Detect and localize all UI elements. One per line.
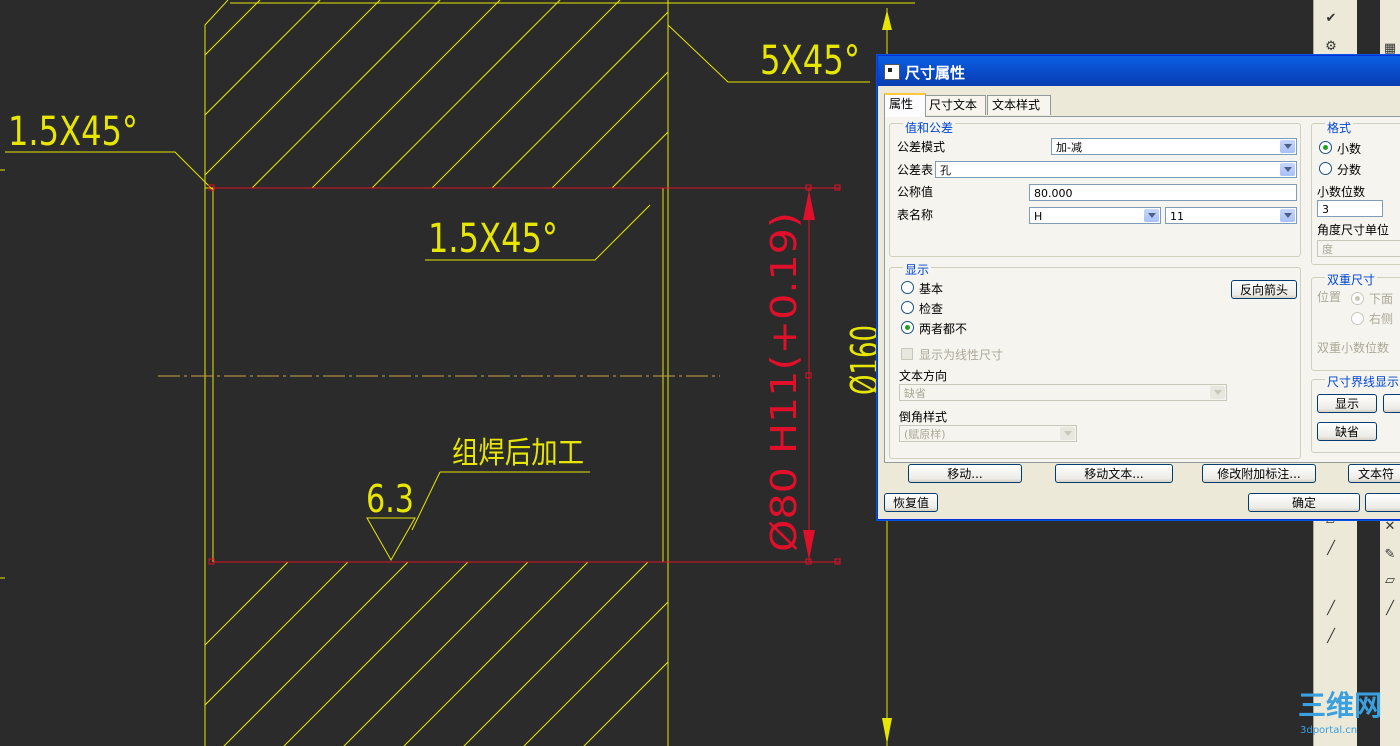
tolerance-table-select[interactable]: 孔	[935, 161, 1297, 178]
dual-below-label: 下面	[1369, 292, 1394, 306]
flip-arrows-button[interactable]: 反向箭头	[1231, 280, 1297, 299]
hatch-bottom	[205, 562, 668, 746]
witness-line-group	[1311, 379, 1400, 453]
witness-default-button[interactable]: 缺省	[1317, 422, 1377, 441]
chamfer-inner-text: 1.5X45°	[428, 216, 558, 262]
hatch-top	[205, 0, 668, 188]
toolbar-close-icon[interactable]: ✕	[1381, 518, 1399, 536]
tolerance-table-value: 孔	[940, 164, 951, 177]
table-name-select[interactable]: H	[1029, 207, 1161, 224]
note-text: 组焊后加工	[452, 436, 584, 471]
tab-dimension-text[interactable]: 尺寸文本	[924, 95, 986, 115]
chevron-down-icon	[1144, 209, 1159, 222]
chamfer-left-text: 1.5X45°	[8, 109, 138, 155]
nominal-value-input[interactable]: 80.000	[1029, 184, 1297, 201]
dialog-title: 尺寸属性	[905, 64, 966, 82]
toolbar-para-icon[interactable]: ▱	[1381, 572, 1399, 590]
basic-radio[interactable]	[901, 281, 914, 294]
watermark-logo: 三维网	[1298, 689, 1383, 722]
chevron-down-icon	[1060, 427, 1075, 440]
toolbar-line2-icon[interactable]: ╱	[1381, 600, 1399, 618]
tolerance-mode-select[interactable]: 加-减	[1051, 138, 1297, 155]
watermark-url: 3dportal.cn	[1300, 725, 1358, 736]
tab-properties[interactable]: 属性	[884, 93, 926, 117]
decimal-label: 小数	[1337, 142, 1362, 156]
move-button[interactable]: 移动...	[908, 464, 1022, 483]
text-direction-value: 缺省	[904, 387, 926, 400]
text-direction-label: 文本方向	[899, 369, 948, 383]
table-name-value: H	[1034, 210, 1043, 223]
linear-dim-checkbox[interactable]	[901, 348, 913, 360]
witness-show-button[interactable]: 显示	[1317, 394, 1377, 413]
chevron-down-icon	[1210, 386, 1225, 399]
modify-attachment-button[interactable]: 修改附加标注...	[1202, 464, 1316, 483]
chevron-down-icon	[1280, 209, 1295, 222]
dialog-titlebar[interactable]: 尺寸属性	[878, 56, 1400, 86]
decimal-places-label: 小数位数	[1317, 185, 1366, 199]
text-direction-select[interactable]: 缺省	[899, 384, 1227, 401]
dual-position-label: 位置	[1317, 290, 1342, 304]
toolbar-pen-icon[interactable]: ✎	[1381, 546, 1399, 564]
chamfer-top-right-text: 5X45°	[760, 38, 860, 84]
dimension-properties-dialog: 尺寸属性 属性 尺寸文本 文本样式 值和公差 公差模式 加-减 公差表 孔 公称…	[877, 55, 1400, 520]
linear-dim-label: 显示为线性尺寸	[919, 348, 1004, 362]
decimal-radio[interactable]	[1319, 141, 1332, 154]
witness-line-title: 尺寸界线显示	[1325, 373, 1400, 390]
neither-radio[interactable]	[901, 321, 914, 334]
tolerance-table-label: 公差表	[897, 163, 934, 177]
toolbar-tool-icon[interactable]: ⚙	[1322, 38, 1340, 56]
ok-button[interactable]: 确定	[1248, 493, 1360, 512]
dual-dimension-title: 双重尺寸	[1325, 271, 1378, 288]
dual-right-label: 右侧	[1369, 312, 1394, 326]
cancel-button[interactable]	[1365, 493, 1400, 512]
toolbar-dash-icon[interactable]: ╱	[1322, 600, 1340, 618]
angle-unit-select[interactable]: 度	[1317, 240, 1400, 257]
text-symbol-button[interactable]: 文本符	[1348, 464, 1400, 483]
tolerance-mode-value: 加-减	[1056, 141, 1082, 154]
neither-label: 两者都不	[919, 322, 968, 336]
witness-other-button[interactable]	[1383, 394, 1400, 413]
chamfer-style-select[interactable]: (赋原样)	[899, 425, 1077, 442]
move-text-button[interactable]: 移动文本...	[1055, 464, 1173, 483]
value-tolerance-title: 值和公差	[903, 119, 956, 136]
tab-text-style[interactable]: 文本样式	[987, 95, 1051, 115]
decimal-places-input[interactable]: 3	[1317, 200, 1383, 217]
dim-inner-text[interactable]: Ø80 H11(+0.19)	[764, 212, 805, 552]
dialog-window-icon	[884, 64, 900, 80]
chevron-down-icon	[1280, 140, 1295, 153]
dual-right-radio[interactable]	[1351, 312, 1364, 325]
tolerance-mode-label: 公差模式	[897, 140, 946, 154]
dual-below-radio[interactable]	[1351, 292, 1364, 305]
restore-values-button[interactable]: 恢复值	[884, 493, 938, 512]
toolbar-slash-icon[interactable]: ╱	[1322, 540, 1340, 558]
table-grade-value: 11	[1170, 210, 1184, 223]
inspection-label: 检查	[919, 302, 944, 316]
chevron-down-icon	[1280, 163, 1295, 176]
fraction-radio[interactable]	[1319, 162, 1332, 175]
dual-decimals-label: 双重小数位数	[1317, 341, 1390, 355]
chamfer-style-value: (赋原样)	[904, 428, 946, 441]
table-grade-select[interactable]: 11	[1165, 207, 1297, 224]
display-title: 显示	[903, 261, 932, 278]
chamfer-style-label: 倒角样式	[899, 410, 948, 424]
toolbar-dim-icon[interactable]: ╱	[1322, 628, 1340, 646]
table-name-label: 表名称	[897, 208, 934, 222]
basic-label: 基本	[919, 282, 944, 296]
roughness-text: 6.3	[366, 477, 414, 521]
inspection-radio[interactable]	[901, 301, 914, 314]
angle-unit-label: 角度尺寸单位	[1317, 223, 1390, 237]
format-title: 格式	[1325, 119, 1354, 136]
toolbar-check-icon[interactable]: ✔	[1322, 10, 1340, 28]
nominal-label: 公称值	[897, 185, 934, 199]
properties-panel: 值和公差 公差模式 加-减 公差表 孔 公称值 80.000 表名称 H 11 …	[884, 116, 1400, 463]
fraction-label: 分数	[1337, 163, 1362, 177]
